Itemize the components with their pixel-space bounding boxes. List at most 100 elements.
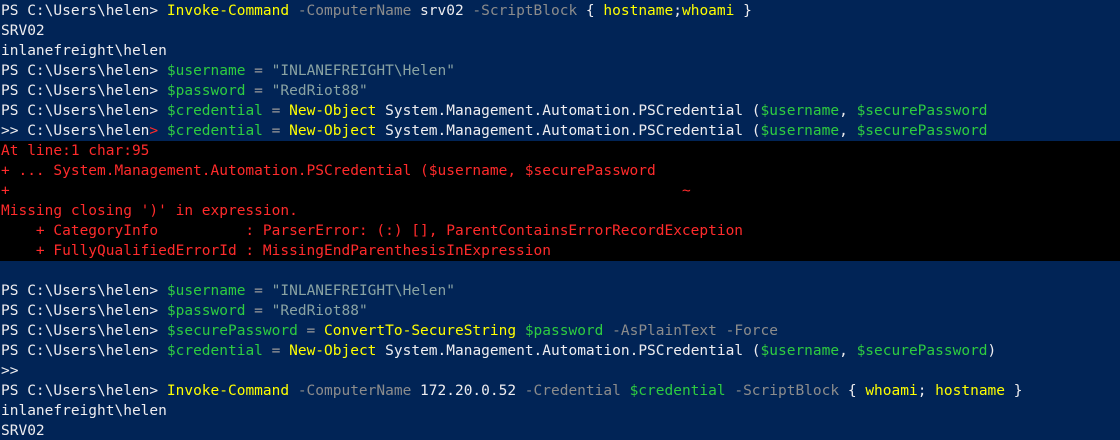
console-text-plain: ~ [681,183,691,199]
console-text-redch: > [149,123,159,139]
console-text-plain: ; [673,3,682,19]
console-text-str: "INLANEFREIGHT\Helen" [271,283,455,299]
console-text-plain: } [734,3,752,19]
console-text-op: = [262,103,290,119]
console-text-plain: } [1005,383,1023,399]
console-text-var: $username [760,103,840,119]
console-text-cmd: hostname [935,383,1006,399]
console-text-str: "INLANEFREIGHT\Helen" [271,63,455,79]
console-text-cmd: New-Object [289,343,377,359]
console-text-prompt: PS C:\Users\helen> [1,383,167,399]
console-text-op: = [297,323,325,339]
console-text-param: -ScriptBlock [463,3,578,19]
console-line: PS C:\Users\helen> $credential = New-Obj… [0,341,1120,361]
console-text-str: "RedRiot88" [271,303,368,319]
console-text-prompt: PS C:\Users\helen> [1,83,167,99]
console-text-plain [516,323,525,339]
console-text-plain: SRV02 [1,423,45,439]
error-output-line: + ... System.Management.Automation.PSCre… [0,161,1120,181]
console-text-var: $username [166,283,246,299]
console-text-plain: , [839,343,857,359]
console-text-prompt: PS C:\Users\helen> [1,283,167,299]
console-text-cmd: ConvertTo-SecureString [324,323,517,339]
console-text-op: = [262,123,290,139]
console-text-var: $password [166,83,246,99]
console-line: PS C:\Users\helen> $username = "INLANEFR… [0,281,1120,301]
console-line: >> C:\Users\helen> $credential = New-Obj… [0,121,1120,141]
console-text-var: $username [760,123,840,139]
console-text-plain: System.Management.Automation.PSCredentia… [376,103,761,119]
console-text-cmd: New-Object [289,103,377,119]
error-output-line: At line:1 char:95 [0,141,1120,161]
console-text-plain: + ... System.Management.Automation.PSCre… [1,163,656,179]
console-text-plain: System.Management.Automation.PSCredentia… [376,343,761,359]
error-output-line: + CategoryInfo : ParserError: (:) [], Pa… [0,221,1120,241]
console-text-plain [621,383,630,399]
console-text-cmd: New-Object [289,123,377,139]
console-text-plain: ; [917,383,936,399]
console-text-param: -Credential [516,383,621,399]
console-text-var: $credential [166,123,263,139]
console-text-plain: SRV02 [1,23,45,39]
console-line: PS C:\Users\helen> $securePassword = Con… [0,321,1120,341]
console-text-var: $credential [166,103,263,119]
console-text-plain: { [839,383,866,399]
console-line: PS C:\Users\helen> Invoke-Command -Compu… [0,381,1120,401]
console-text-prompt: PS C:\Users\helen> [1,343,167,359]
console-text-plain [158,123,167,139]
console-text-prompt: >> C:\Users\helen [1,123,150,139]
console-text-plain: ) [987,343,997,359]
console-text-prompt: PS C:\Users\helen> [1,63,167,79]
console-text-plain: , [839,123,857,139]
console-text-plain: + CategoryInfo : ParserError: (:) [], Pa… [1,223,744,239]
console-text-var: $username [166,63,246,79]
console-text-var: $securePassword [166,323,298,339]
error-output-line: + FullyQualifiedErrorId : MissingEndPare… [0,241,1120,261]
console-text-plain: inlanefreight\helen [1,403,167,419]
console-text-param: -ComputerName [289,383,412,399]
console-text-op: = [245,63,272,79]
console-text-var: $securePassword [856,343,988,359]
powershell-console[interactable]: PS C:\Users\helen> Invoke-Command -Compu… [0,0,1120,440]
console-line: inlanefreight\helen [0,41,1120,61]
error-output-line: Missing closing ')' in expression. [0,201,1120,221]
console-text-cmd: whoami [681,3,735,19]
console-text-var: $securePassword [856,103,988,119]
console-line: PS C:\Users\helen> Invoke-Command -Compu… [0,1,1120,21]
console-line: PS C:\Users\helen> $password = "RedRiot8… [0,81,1120,101]
console-text-cmd: whoami [865,383,918,399]
console-line: inlanefreight\helen [0,401,1120,421]
console-line: PS C:\Users\helen> $credential = New-Obj… [0,101,1120,121]
console-text-str: "RedRiot88" [271,83,368,99]
console-text-prompt: PS C:\Users\helen> [1,323,167,339]
console-text-param: -AsPlainText -Force [603,323,779,339]
console-text-var: $password [524,323,604,339]
console-text-cmd: hostname [603,3,674,19]
console-text-plain: 172.20.0.52 [411,383,517,399]
console-text-cmd: Invoke-Command [166,383,290,399]
console-text-op: = [245,303,272,319]
console-text-plain: Missing closing ')' in expression. [1,203,298,219]
console-text-var: $securePassword [856,123,988,139]
console-text-plain: At line:1 char:95 [1,143,150,159]
console-text-plain: System.Management.Automation.PSCredentia… [376,123,761,139]
console-line: >> [0,361,1120,381]
console-text-op: = [262,343,290,359]
console-text-plain: srv02 [411,3,464,19]
console-line: SRV02 [0,21,1120,41]
console-text-plain: , [839,103,857,119]
console-text-param: -ComputerName [289,3,412,19]
console-text-var: $password [166,303,246,319]
console-text-plain: + [1,183,10,199]
console-line: PS C:\Users\helen> $password = "RedRiot8… [0,301,1120,321]
console-text-prompt: PS C:\Users\helen> [1,303,167,319]
console-text-prompt: PS C:\Users\helen> [1,103,167,119]
console-text-plain: + FullyQualifiedErrorId : MissingEndPare… [1,243,551,259]
console-text-var: $username [760,343,840,359]
console-line: PS C:\Users\helen> $username = "INLANEFR… [0,61,1120,81]
console-text-var: $credential [629,383,726,399]
console-text-param: -ScriptBlock [725,383,840,399]
console-text-plain: inlanefreight\helen [1,43,167,59]
console-text-prompt: >> [1,363,19,379]
